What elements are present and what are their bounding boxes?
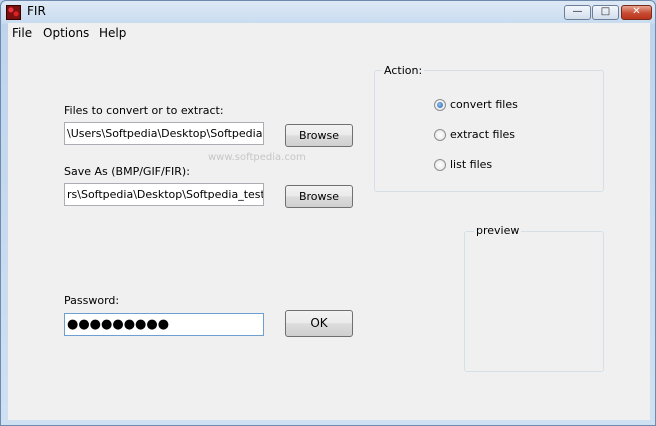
- radio-label: extract files: [450, 128, 516, 141]
- save-as-label: Save As (BMP/GIF/FIR):: [64, 165, 190, 178]
- radio-button[interactable]: [434, 159, 446, 171]
- close-button[interactable]: ✕: [621, 5, 652, 20]
- files-label: Files to convert or to extract:: [64, 104, 224, 117]
- browse-save-button[interactable]: Browse: [285, 185, 353, 208]
- watermark: www.softpedia.com: [208, 152, 306, 163]
- radio-label: convert files: [450, 98, 518, 111]
- files-input[interactable]: \Users\Softpedia\Desktop\Softpedia.odt: [64, 122, 264, 145]
- preview-group: [464, 231, 604, 372]
- preview-group-title: preview: [474, 224, 522, 237]
- app-icon: [6, 5, 21, 20]
- window-title: FIR: [27, 4, 46, 18]
- title-bar[interactable]: FIR — □ ✕: [1, 1, 655, 23]
- menu-help[interactable]: Help: [99, 26, 126, 40]
- radio-label: list files: [450, 158, 493, 171]
- browse-files-button[interactable]: Browse: [285, 124, 353, 147]
- app-window: FIR — □ ✕ File Options Help Files to con…: [0, 0, 656, 426]
- menu-bar: File Options Help: [8, 23, 650, 43]
- action-group-title: Action:: [382, 64, 425, 77]
- maximize-button[interactable]: □: [592, 5, 619, 20]
- ok-button[interactable]: OK: [285, 310, 353, 337]
- menu-file[interactable]: File: [12, 26, 32, 40]
- radio-button[interactable]: [434, 129, 446, 141]
- minimize-button[interactable]: —: [564, 5, 591, 20]
- menu-options[interactable]: Options: [43, 26, 89, 40]
- radio-button[interactable]: [434, 99, 446, 111]
- password-label: Password:: [64, 294, 120, 307]
- save-as-input[interactable]: rs\Softpedia\Desktop\Softpedia_test.bm: [64, 183, 264, 206]
- client-area: File Options Help Files to convert or to…: [8, 23, 650, 420]
- password-input[interactable]: ●●●●●●●●●: [64, 313, 264, 336]
